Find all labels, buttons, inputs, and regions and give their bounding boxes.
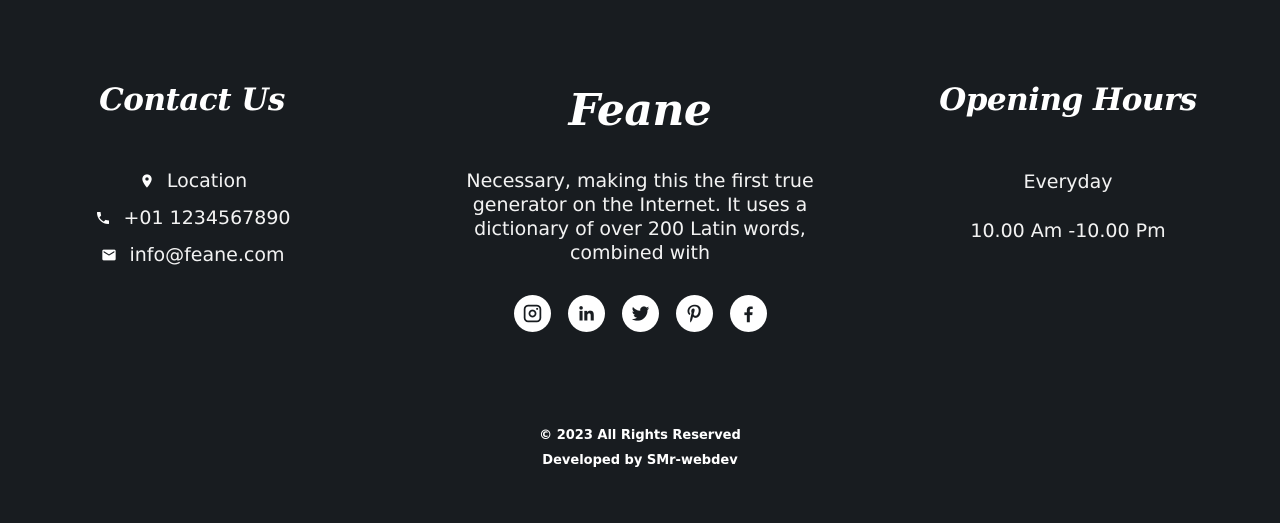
brand-column: Feane Necessary, making this the first t… (440, 0, 840, 332)
instagram-icon[interactable] (513, 295, 551, 332)
footer-bottom: © 2023 All Rights Reserved Developed by … (0, 423, 1280, 473)
contact-location-link[interactable]: Location (40, 162, 344, 199)
facebook-icon[interactable] (729, 295, 767, 332)
pinterest-icon[interactable] (675, 295, 713, 332)
brand-description: Necessary, making this the first true ge… (466, 170, 814, 264)
hours-heading: Opening Hours (939, 82, 1197, 118)
footer: Contact Us Location +01 1234567890 info@… (0, 0, 1280, 523)
contact-phone-link[interactable]: +01 1234567890 (40, 199, 344, 236)
hours-day: Everyday (1023, 171, 1113, 193)
contact-location-text: Location (166, 169, 248, 192)
developer-credit: Developed by SMr-webdev (542, 453, 738, 468)
brand-logo-link[interactable]: Feane (440, 84, 840, 138)
contact-list: Location +01 1234567890 info@feane.com (40, 162, 344, 273)
hours-column: Opening Hours Everyday 10.00 Am -10.00 P… (918, 0, 1218, 243)
location-pin-icon (137, 171, 157, 191)
copyright-text: © 2023 All Rights Reserved (539, 428, 741, 443)
contact-email-link[interactable]: info@feane.com (40, 236, 344, 273)
linkedin-icon[interactable] (567, 295, 605, 332)
contact-heading: Contact Us (99, 82, 285, 118)
hours-time: 10.00 Am -10.00 Pm (970, 220, 1166, 242)
envelope-icon (99, 245, 119, 265)
twitter-icon[interactable] (621, 295, 659, 332)
contact-column: Contact Us Location +01 1234567890 info@… (40, 0, 344, 273)
phone-icon (93, 208, 113, 228)
contact-email-text: info@feane.com (129, 243, 285, 266)
social-links (440, 295, 840, 332)
contact-phone-text: +01 1234567890 (123, 206, 291, 229)
